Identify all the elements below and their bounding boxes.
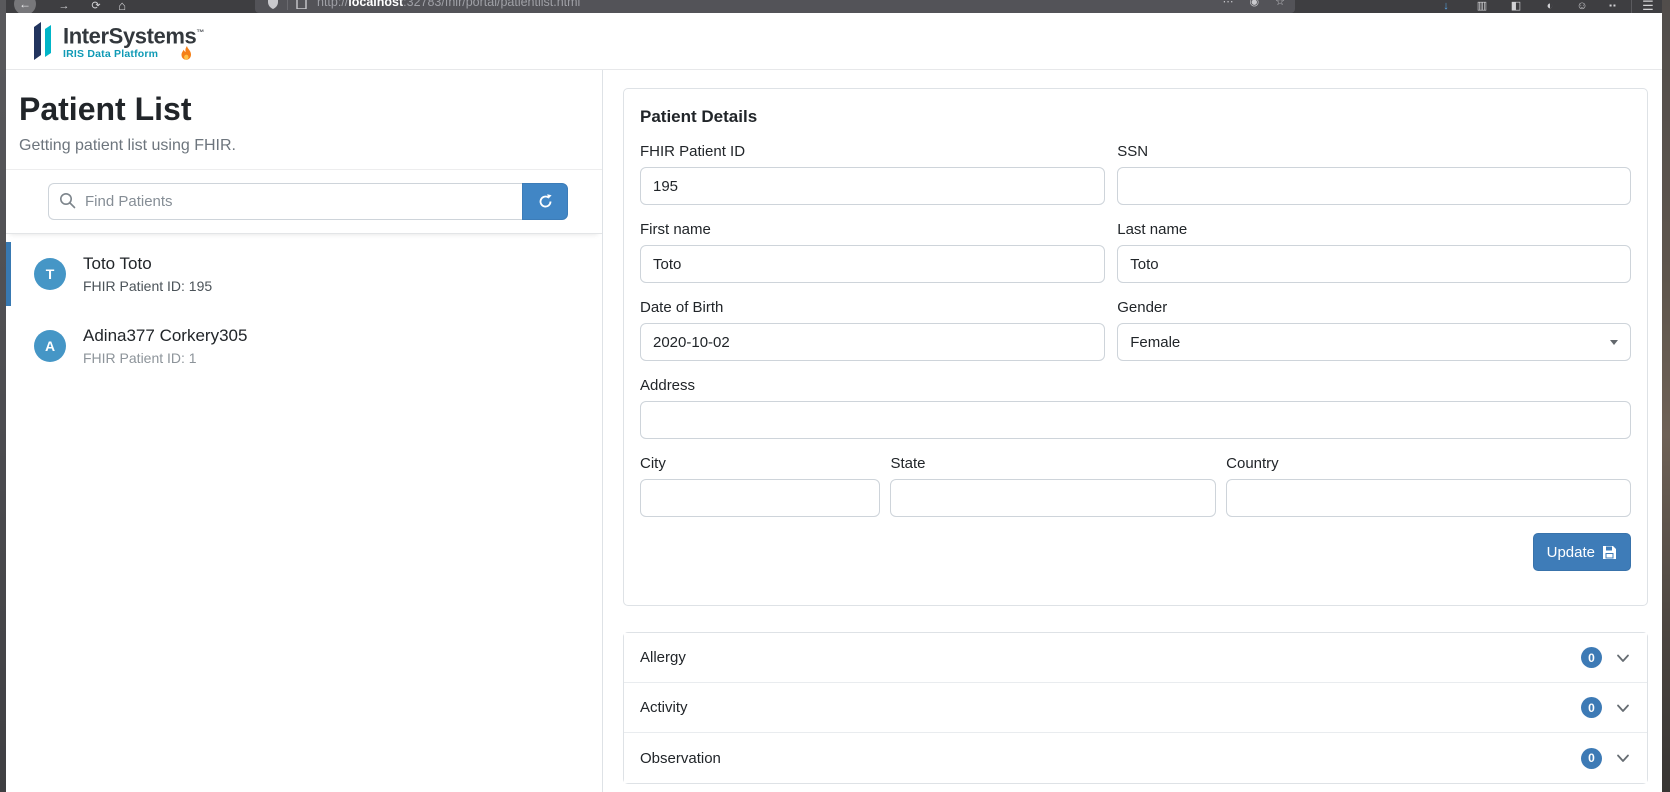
first-name-field[interactable] — [640, 245, 1106, 283]
city-label: City — [640, 455, 666, 472]
refresh-patients-button[interactable] — [522, 183, 568, 220]
desktop-wallpaper-right — [1662, 0, 1670, 792]
chevron-down-icon — [1617, 654, 1629, 662]
patient-details-panel: Patient Details FHIR Patient ID SSN Firs… — [603, 70, 1662, 792]
chevron-down-icon — [1617, 754, 1629, 762]
trademark: ™ — [196, 27, 204, 37]
patient-fhir-id: FHIR Patient ID: 1 — [83, 350, 197, 366]
details-title: Patient Details — [640, 107, 758, 126]
brand-name: InterSystems™ — [63, 23, 204, 49]
sync-icon — [539, 194, 552, 208]
patient-name: Toto Toto — [83, 254, 152, 273]
accordion-label: Activity — [640, 699, 688, 716]
address-field[interactable] — [640, 401, 1631, 439]
update-button-label: Update — [1546, 543, 1595, 561]
patient-list: T Toto Toto FHIR Patient ID: 195 A Adina… — [6, 234, 602, 378]
reload-button[interactable]: ⟳ — [88, 0, 104, 13]
ssn-label: SSN — [1117, 143, 1149, 160]
state-field[interactable] — [890, 479, 1217, 517]
browser-window: ← → ⟳ ⌂ http://localhost:32783/fhir/port… — [6, 0, 1662, 792]
country-label: Country — [1226, 455, 1279, 472]
patient-list-item[interactable]: T Toto Toto FHIR Patient ID: 195 — [6, 242, 602, 306]
extensions-button[interactable]: ▪▪ — [1602, 0, 1624, 13]
update-button[interactable]: Update — [1532, 533, 1631, 571]
address-label: Address — [640, 377, 696, 394]
chevron-down-icon — [1610, 339, 1618, 345]
url-text[interactable]: http://localhost:32783/fhir/portal/patie… — [317, 0, 580, 13]
last-name-field[interactable] — [1117, 245, 1631, 283]
first-name-label: First name — [640, 221, 711, 238]
url-bar[interactable]: http://localhost:32783/fhir/portal/patie… — [255, 0, 1295, 13]
accordion-label: Allergy — [640, 649, 686, 666]
downloads-button[interactable]: ↓ — [1438, 0, 1454, 13]
account-button[interactable]: ☺ — [1574, 0, 1590, 13]
pocket-icon[interactable]: ◉ — [1250, 0, 1260, 13]
count-badge: 0 — [1581, 697, 1602, 718]
forward-button[interactable]: → — [56, 0, 72, 13]
page-actions-icon[interactable]: ⋯ — [1223, 0, 1234, 13]
privacy-button[interactable]: ◐ — [1542, 0, 1558, 13]
toolbar-separator — [1631, 0, 1632, 13]
page-subtitle: Getting patient list using FHIR. — [19, 137, 236, 154]
intersystems-logo-icon — [34, 21, 51, 60]
accordion-label: Observation — [640, 749, 721, 767]
fhir-id-label: FHIR Patient ID — [640, 143, 746, 160]
url-path: :32783/fhir/portal/patientlist.html — [403, 0, 581, 9]
url-separator — [287, 0, 288, 10]
accordion-row-activity[interactable]: Activity 0 — [624, 683, 1647, 733]
flame-icon — [181, 45, 191, 60]
dob-label: Date of Birth — [640, 299, 724, 316]
search-input[interactable] — [48, 183, 522, 220]
patient-details-card: Patient Details FHIR Patient ID SSN Firs… — [623, 88, 1648, 606]
chevron-down-icon — [1617, 704, 1629, 712]
accordion-row-allergy[interactable]: Allergy 0 — [624, 633, 1647, 683]
state-label: State — [890, 455, 926, 472]
accordion-row-observation[interactable]: Observation 0 — [624, 733, 1647, 783]
url-host: localhost — [348, 0, 404, 9]
sidebar-button[interactable]: ◧ — [1508, 0, 1524, 13]
dob-field[interactable] — [640, 323, 1106, 361]
url-protocol: http:// — [317, 0, 349, 9]
site-header: InterSystems™ IRIS Data Platform — [6, 13, 1662, 70]
resource-accordion: Allergy 0 Activity 0 Observation 0 — [623, 632, 1648, 784]
patient-name: Adina377 Corkery305 — [83, 326, 248, 345]
gender-label: Gender — [1117, 299, 1168, 316]
ssn-field[interactable] — [1117, 167, 1631, 205]
count-badge: 0 — [1581, 647, 1602, 668]
patient-list-item[interactable]: A Adina377 Corkery305 FHIR Patient ID: 1 — [6, 314, 602, 378]
back-button[interactable]: ← — [14, 0, 36, 13]
save-icon — [1603, 545, 1616, 559]
search-icon — [60, 193, 76, 209]
count-badge: 0 — [1581, 747, 1602, 769]
gender-select[interactable]: Female — [1117, 323, 1631, 361]
browser-toolbar: ← → ⟳ ⌂ http://localhost:32783/fhir/port… — [6, 0, 1662, 13]
bookmark-star-icon[interactable]: ☆ — [1275, 0, 1285, 13]
fhir-id-field[interactable] — [640, 167, 1106, 205]
last-name-label: Last name — [1117, 221, 1188, 238]
home-button[interactable]: ⌂ — [114, 0, 130, 13]
menu-button[interactable]: ☰ — [1640, 0, 1656, 13]
patient-fhir-id: FHIR Patient ID: 195 — [83, 278, 213, 294]
page-info-icon[interactable] — [296, 0, 307, 9]
country-field[interactable] — [1226, 479, 1631, 517]
gender-value: Female — [1130, 333, 1181, 351]
patient-list-panel: Patient List Getting patient list using … — [6, 70, 603, 792]
tracking-shield-icon[interactable] — [267, 0, 279, 9]
intersystems-logo: InterSystems™ IRIS Data Platform — [32, 21, 204, 60]
page-title: Patient List — [19, 91, 192, 127]
library-button[interactable]: ▥ — [1474, 0, 1490, 13]
city-field[interactable] — [640, 479, 881, 517]
search-section — [6, 169, 602, 234]
patient-avatar: A — [34, 330, 66, 362]
patient-avatar: T — [34, 258, 66, 290]
